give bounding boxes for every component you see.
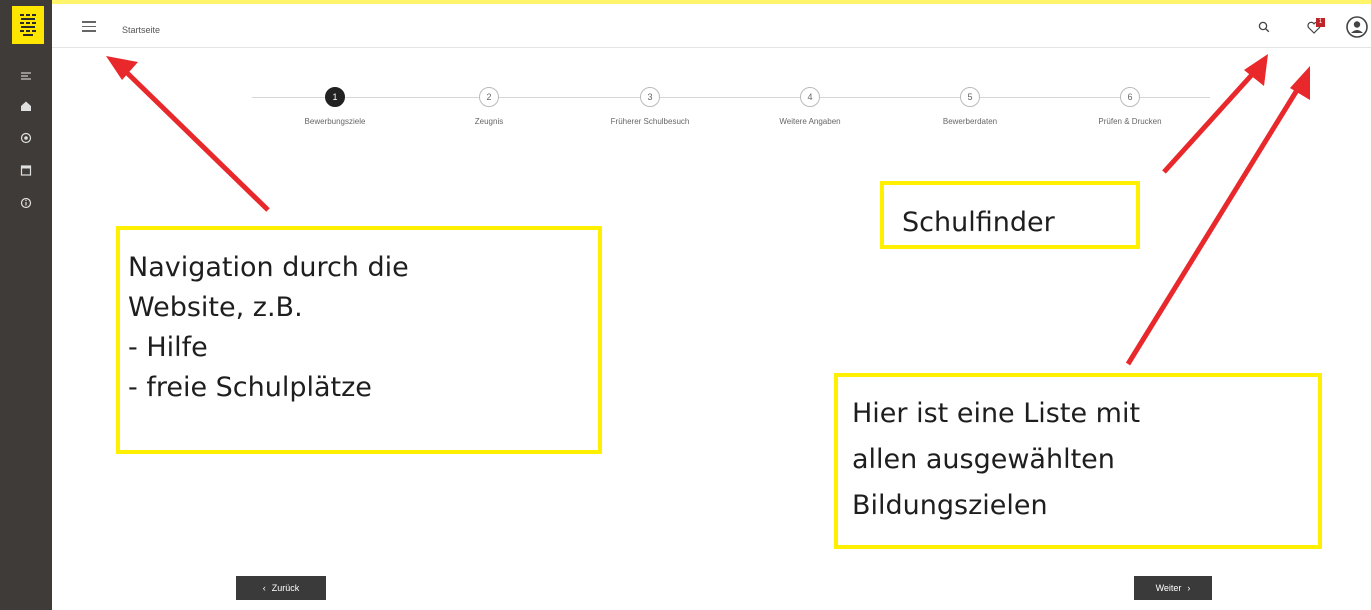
step-number: 6	[1120, 87, 1140, 107]
step-number: 1	[325, 87, 345, 107]
step-2[interactable]: 2 Zeugnis	[409, 87, 569, 126]
step-number: 5	[960, 87, 980, 107]
top-accent-line	[52, 0, 1371, 4]
favorites-badge: 1	[1316, 18, 1325, 27]
step-label: Bewerbungsziele	[304, 117, 366, 126]
user-account-icon[interactable]	[1344, 16, 1370, 38]
navigation-callout-item: - freie Schulplätze	[128, 372, 372, 403]
step-number: 2	[479, 87, 499, 107]
list-icon[interactable]	[0, 66, 52, 86]
search-icon[interactable]	[1254, 16, 1274, 38]
back-button-label: Zurück	[271, 583, 300, 593]
back-button[interactable]: ‹ Zurück	[236, 576, 326, 600]
coat-of-arms-icon	[20, 14, 36, 36]
favorites-heart-icon[interactable]: 1	[1302, 16, 1326, 38]
chevron-right-icon: ›	[1187, 583, 1191, 593]
next-button[interactable]: Weiter ›	[1134, 576, 1212, 600]
navigation-callout-line: Website, z.B.	[128, 292, 303, 323]
step-5[interactable]: 5 Bewerberdaten	[890, 87, 1050, 126]
step-label: Zeugnis	[474, 117, 504, 126]
target-icon[interactable]	[0, 128, 52, 148]
info-icon[interactable]	[0, 193, 52, 213]
navigation-callout-line: Navigation durch die	[128, 252, 409, 283]
step-6[interactable]: 6 Prüfen & Drucken	[1050, 87, 1210, 126]
logo[interactable]	[12, 6, 44, 44]
step-number: 4	[800, 87, 820, 107]
hamburger-menu-icon[interactable]	[82, 21, 96, 33]
step-4[interactable]: 4 Weitere Angaben	[730, 87, 890, 126]
search-callout: Schulfinder	[880, 181, 1140, 249]
list-callout: Hier ist eine Liste mit allen ausgewählt…	[834, 373, 1322, 549]
step-1[interactable]: 1 Bewerbungsziele	[255, 87, 415, 126]
step-label: Bewerberdaten	[942, 117, 998, 126]
sidebar	[0, 0, 52, 610]
page-title[interactable]: Startseite	[122, 25, 160, 35]
chevron-left-icon: ‹	[262, 583, 266, 593]
navigation-callout-item: - Hilfe	[128, 332, 208, 363]
next-button-label: Weiter	[1155, 583, 1182, 593]
list-callout-line: Bildungszielen	[852, 490, 1048, 521]
step-number: 3	[640, 87, 660, 107]
calendar-icon[interactable]	[0, 160, 52, 180]
list-callout-line: allen ausgewählten	[852, 444, 1115, 475]
step-3[interactable]: 3 Früherer Schulbesuch	[570, 87, 730, 126]
step-label: Früherer Schulbesuch	[610, 117, 690, 126]
search-callout-text: Schulfinder	[902, 207, 1055, 238]
arrow-to-menu	[118, 64, 270, 212]
step-label: Weitere Angaben	[779, 117, 841, 126]
top-bar: Startseite 1	[52, 6, 1371, 48]
step-label: Prüfen & Drucken	[1098, 117, 1162, 126]
home-icon[interactable]	[0, 96, 52, 116]
list-callout-line: Hier ist eine Liste mit	[852, 398, 1141, 429]
navigation-callout: Navigation durch die Website, z.B. - Hil…	[116, 226, 602, 454]
